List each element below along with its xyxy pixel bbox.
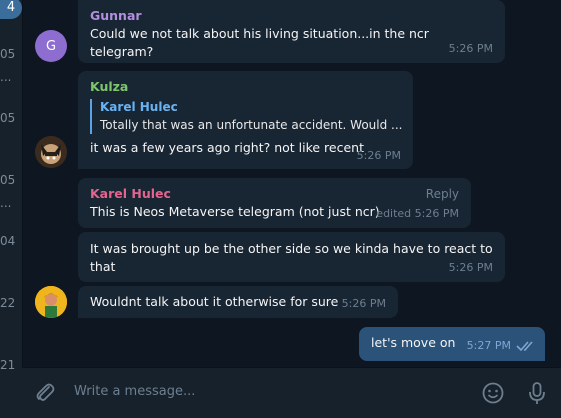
reply-button[interactable]: Reply <box>426 185 459 203</box>
avatar-karel[interactable] <box>35 286 67 318</box>
chat-list-snippet: ... <box>0 196 12 210</box>
message-bubble[interactable]: Gunnar Could we not talk about his livin… <box>78 0 505 63</box>
chat-list-time: 22 <box>0 296 16 310</box>
avatar-letter: G <box>45 38 57 54</box>
message-time: edited 5:26 PM <box>376 207 459 220</box>
sender-name[interactable]: Kulza <box>90 78 401 96</box>
avatar-kulza-image <box>35 136 67 168</box>
avatar-kulza[interactable] <box>35 136 67 168</box>
chat-list-time: 05 <box>0 47 16 61</box>
message-text-line: that <box>90 259 116 274</box>
message-text: Could we not talk about his living situa… <box>90 26 429 59</box>
chat-list-time: 04 <box>0 234 16 248</box>
unread-badge: 4 <box>0 0 22 19</box>
message-bubble[interactable]: Wouldnt talk about it otherwise for sure… <box>78 286 398 318</box>
message-time: 5:26 PM <box>448 261 493 274</box>
outgoing-message-bubble[interactable]: let's move on 5:27 PM <box>359 327 545 361</box>
quote-sender: Karel Hulec <box>100 100 178 114</box>
message-bubble[interactable]: It was brought up be the other side so w… <box>78 232 505 282</box>
message-list[interactable]: G Gunnar Could we not talk about his liv… <box>22 0 561 368</box>
microphone-icon[interactable] <box>524 380 550 406</box>
message-composer: Write a message... <box>22 367 561 418</box>
chat-list-time: 05 <box>0 173 16 187</box>
avatar-gunnar[interactable]: G <box>35 30 67 62</box>
sender-name[interactable]: Karel Hulec <box>90 185 459 203</box>
message-text-line: It was brought up be the other side so w… <box>90 241 493 256</box>
chat-list-time: 21 <box>0 358 16 372</box>
chat-list-strip[interactable]: 4 05 ... 05 05 ... 04 22 21 <box>0 0 23 418</box>
message-text: it was a few years ago right? not like r… <box>90 140 364 155</box>
chat-list-snippet: ... <box>0 70 12 84</box>
message-bubble[interactable]: Karel Hulec Reply This is Neos Metaverse… <box>78 178 471 228</box>
message-time: 5:26 PM <box>448 42 493 55</box>
paperclip-icon[interactable] <box>32 380 58 406</box>
reply-quote[interactable]: Karel Hulec Totally that was an unfortun… <box>90 99 403 134</box>
message-bubble[interactable]: Kulza Karel Hulec Totally that was an un… <box>78 71 413 169</box>
emoji-icon[interactable] <box>480 380 506 406</box>
message-time: 5:26 PM <box>356 149 401 162</box>
quote-text: Totally that was an unfortunate accident… <box>100 118 403 132</box>
message-time: 5:26 PM <box>341 297 386 310</box>
message-input[interactable]: Write a message... <box>74 384 195 399</box>
avatar-karel-image <box>35 286 67 318</box>
double-check-icon <box>516 341 533 352</box>
message-time: 5:27 PM <box>466 339 511 352</box>
sender-name[interactable]: Gunnar <box>90 7 493 25</box>
chat-list-time: 05 <box>0 111 16 125</box>
